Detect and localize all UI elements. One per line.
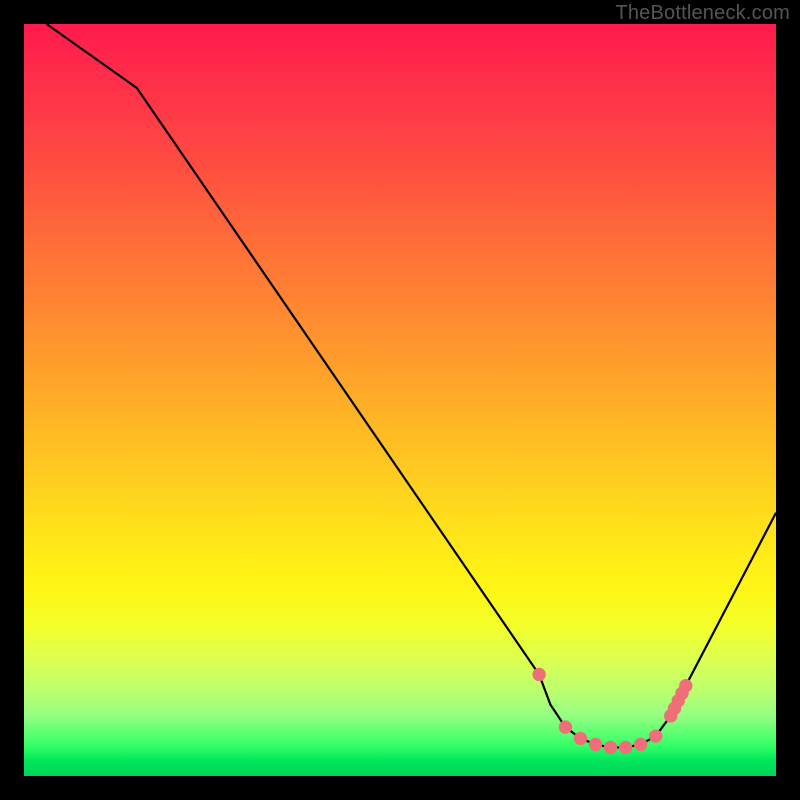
data-marker — [634, 738, 646, 750]
data-marker — [559, 721, 571, 733]
data-marker — [604, 741, 616, 753]
curve-line — [47, 24, 776, 747]
data-marker — [619, 741, 631, 753]
data-marker — [574, 732, 586, 744]
data-marker — [649, 730, 661, 742]
data-marker — [589, 738, 601, 750]
data-marker — [533, 668, 545, 680]
plot-area — [24, 24, 776, 776]
curve-markers — [533, 668, 692, 753]
data-marker — [676, 687, 688, 699]
chart-svg — [24, 24, 776, 776]
chart-frame: TheBottleneck.com — [0, 0, 800, 800]
watermark-text: TheBottleneck.com — [615, 2, 790, 25]
